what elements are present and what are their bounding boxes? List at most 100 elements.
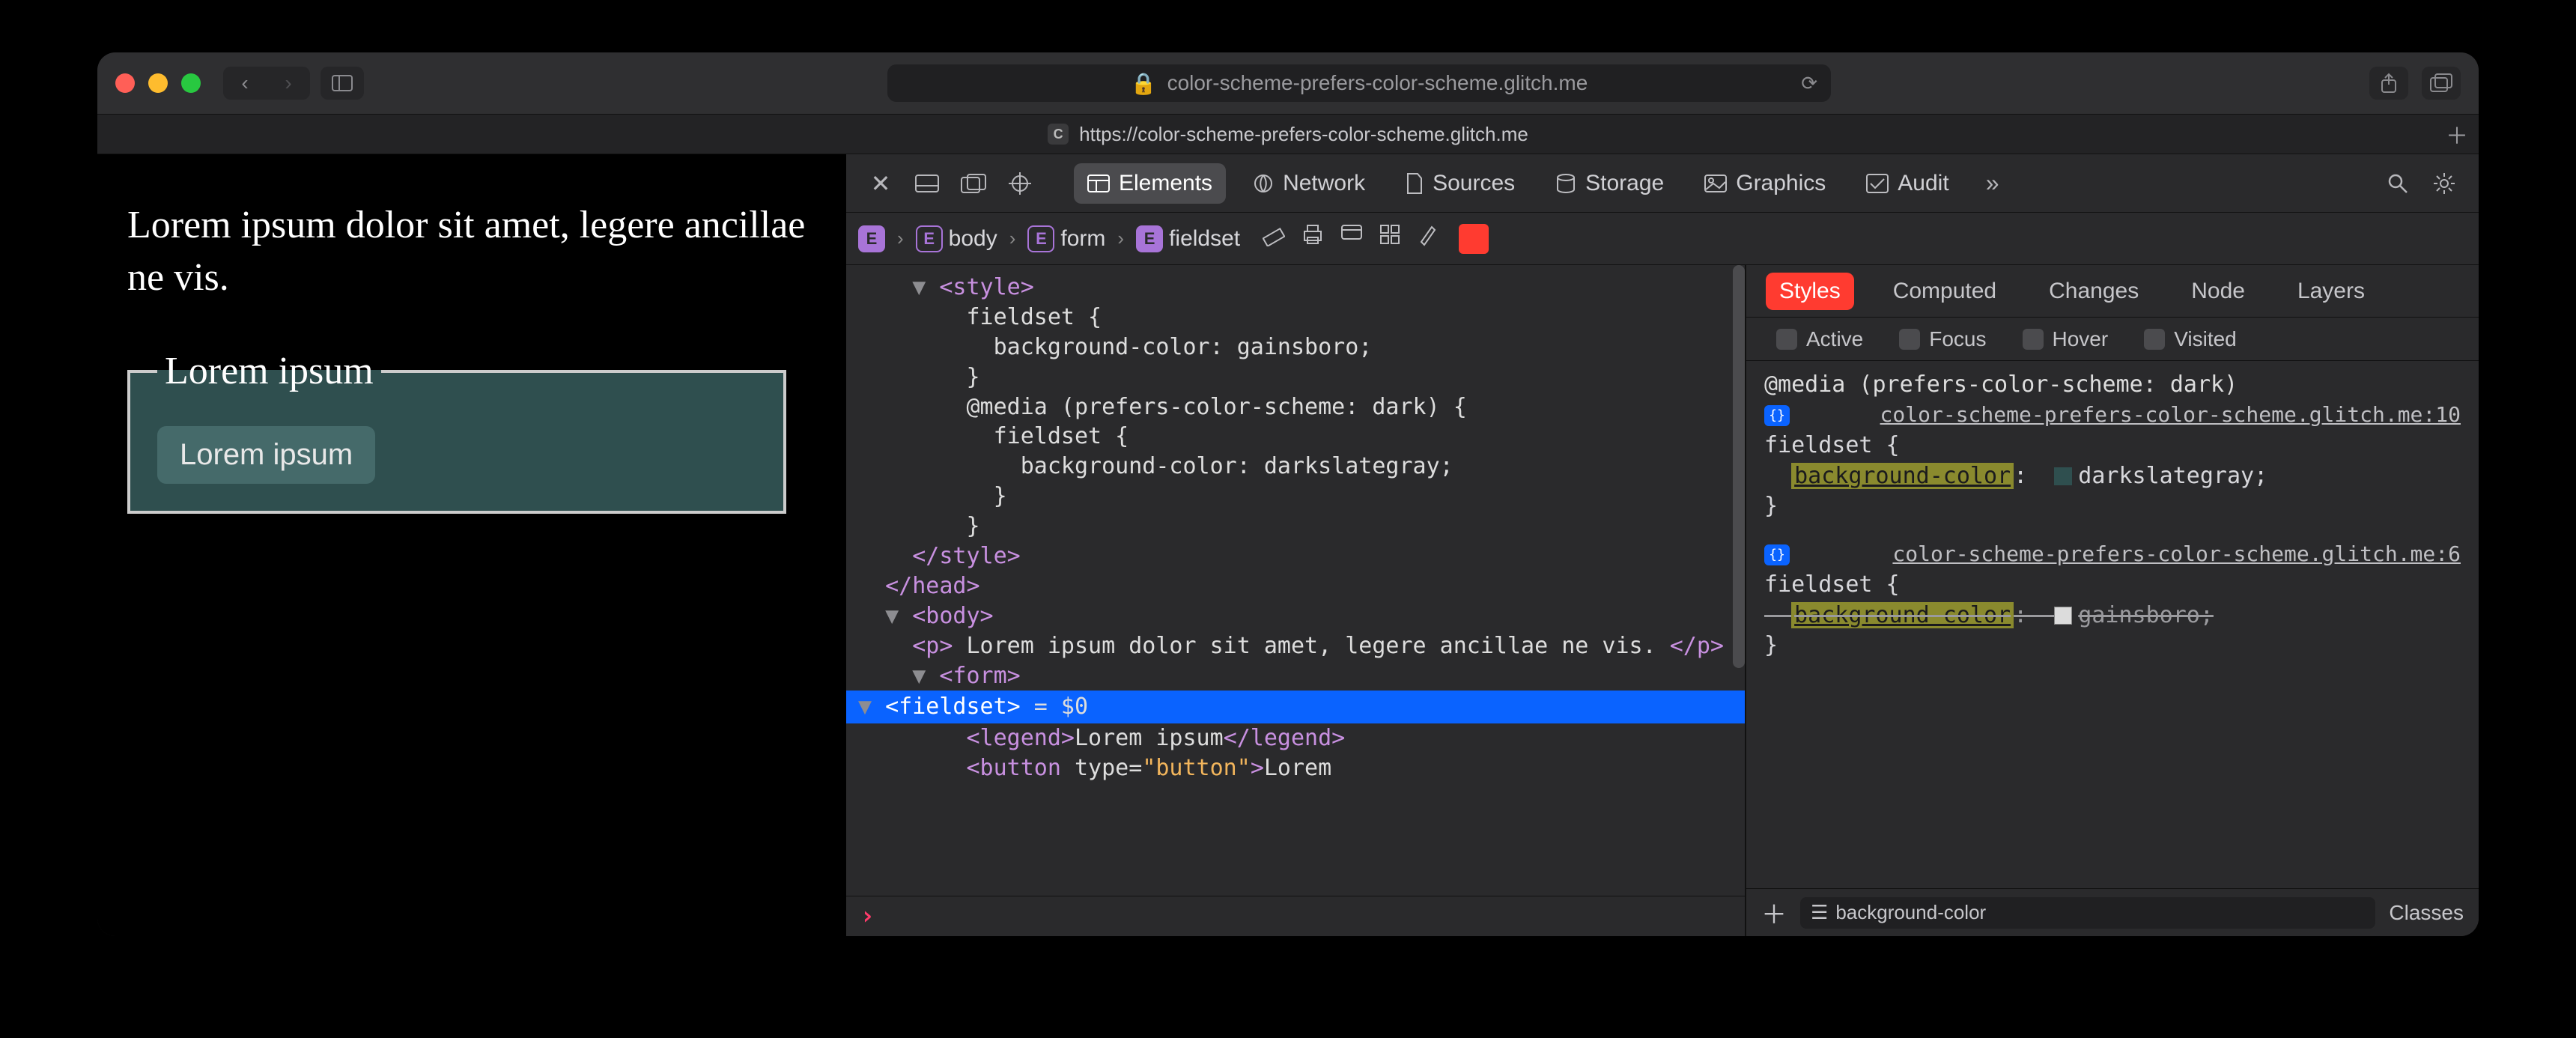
dom-line[interactable]: </style> (846, 541, 1745, 571)
styles-tab-node[interactable]: Node (2178, 273, 2258, 310)
pseudo-hover[interactable]: Hover (2023, 327, 2109, 351)
pseudo-active[interactable]: Active (1776, 327, 1863, 351)
dom-line[interactable]: background-color: gainsboro; (846, 333, 1745, 362)
share-button[interactable] (2369, 67, 2408, 100)
pseudo-focus[interactable]: Focus (1899, 327, 1986, 351)
compositing-borders-button[interactable] (1459, 224, 1489, 254)
classes-toggle-button[interactable]: Classes (2389, 901, 2464, 925)
style-rules[interactable]: @media (prefers-color-scheme: dark) {} co… (1746, 361, 2479, 888)
page-content: Lorem ipsum dolor sit amet, legere ancil… (97, 154, 846, 936)
settings-icon[interactable] (2428, 167, 2461, 200)
styles-tabs: Styles Computed Changes Node Layers (1746, 265, 2479, 318)
property-value[interactable]: darkslategray (2078, 463, 2254, 489)
page-paragraph: Lorem ipsum dolor sit amet, legere ancil… (127, 199, 816, 304)
minimize-window-button[interactable] (148, 73, 168, 93)
property-name[interactable]: background-color (1791, 463, 2014, 489)
back-button[interactable]: ‹ (223, 67, 267, 100)
storage-icon (1555, 173, 1576, 194)
graphics-icon (1704, 174, 1727, 192)
console-prompt-icon: › (860, 899, 875, 933)
dom-line[interactable]: ▼ <form> (846, 661, 1745, 691)
dom-line[interactable]: <legend>Lorem ipsum</legend> (846, 723, 1745, 753)
styles-tab-changes[interactable]: Changes (2035, 273, 2152, 310)
search-icon[interactable] (2381, 167, 2414, 200)
close-window-button[interactable] (115, 73, 135, 93)
overflow-tabs-button[interactable]: » (1976, 167, 2009, 200)
tabs-overview-button[interactable] (2422, 67, 2461, 100)
breadcrumb-body[interactable]: Ebody (916, 225, 997, 252)
breadcrumb-form[interactable]: Eform (1027, 225, 1105, 252)
forward-button[interactable]: › (267, 67, 310, 100)
rule-source-link[interactable]: color-scheme-prefers-color-scheme.glitch… (1892, 540, 2461, 568)
dom-line[interactable]: } (846, 512, 1745, 541)
breadcrumb-fieldset[interactable]: Efieldset (1136, 225, 1240, 252)
breadcrumb-root[interactable]: E (858, 225, 885, 252)
new-tab-button[interactable]: ＋ (2446, 118, 2468, 151)
dom-line[interactable]: <p> Lorem ipsum dolor sit amet, legere a… (846, 631, 1745, 661)
dock-side-icon[interactable] (957, 167, 990, 200)
tab-item[interactable]: C https://color-scheme-prefers-color-sch… (1048, 123, 1528, 146)
tab-elements[interactable]: Elements (1074, 163, 1226, 204)
property-name[interactable]: background-color (1791, 602, 2014, 628)
tab-favicon: C (1048, 124, 1069, 145)
sidebar-toggle-button[interactable] (321, 67, 364, 100)
dom-selected-node[interactable]: ▼ <fieldset> = $0 (846, 691, 1745, 723)
styles-tab-layers[interactable]: Layers (2284, 273, 2378, 310)
nav-buttons: ‹ › (223, 67, 310, 100)
stylesheet-icon[interactable]: {} (1764, 544, 1790, 565)
dom-line[interactable]: } (846, 482, 1745, 512)
dock-bottom-icon[interactable] (911, 167, 944, 200)
property-value[interactable]: gainsboro (2078, 602, 2200, 628)
audit-icon (1866, 174, 1889, 193)
close-devtools-button[interactable]: ✕ (864, 167, 897, 200)
dom-line[interactable]: background-color: darkslategray; (846, 452, 1745, 482)
browser-window: ‹ › 🔒 color-scheme-prefers-color-scheme.… (97, 52, 2479, 936)
scrollbar[interactable] (1733, 265, 1745, 668)
devtools-panel: ✕ Elements Network Sources Storage Graph… (846, 154, 2479, 936)
styles-tab-styles[interactable]: Styles (1766, 273, 1854, 310)
ruler-icon[interactable] (1263, 224, 1285, 254)
dom-line[interactable]: } (846, 362, 1745, 392)
dom-tree[interactable]: ▼ <style> fieldset { background-color: g… (846, 265, 1745, 936)
tab-sources[interactable]: Sources (1392, 163, 1528, 204)
elements-icon (1087, 174, 1110, 192)
page-button[interactable]: Lorem ipsum (157, 426, 375, 484)
reload-button[interactable]: ⟳ (1801, 72, 1817, 95)
tab-strip: C https://color-scheme-prefers-color-sch… (97, 114, 2479, 154)
filter-icon: ☰ (1811, 901, 1828, 924)
pseudo-visited[interactable]: Visited (2144, 327, 2237, 351)
paint-flashing-icon[interactable] (1417, 224, 1436, 254)
dom-line[interactable]: ▼ <body> (846, 601, 1745, 631)
media-query-label: @media (prefers-color-scheme: dark) (1764, 370, 2461, 401)
dom-line[interactable]: fieldset { (846, 303, 1745, 333)
traffic-lights (115, 73, 201, 93)
console-drawer[interactable]: › (846, 896, 1745, 936)
dom-line[interactable]: @media (prefers-color-scheme: dark) { (846, 392, 1745, 422)
address-text: color-scheme-prefers-color-scheme.glitch… (1167, 71, 1588, 95)
tab-graphics[interactable]: Graphics (1691, 163, 1839, 204)
new-rule-button[interactable]: ＋ (1761, 894, 1787, 931)
page-fieldset: Lorem ipsum Lorem ipsum (127, 349, 786, 514)
print-styles-icon[interactable] (1301, 224, 1324, 254)
address-bar[interactable]: 🔒 color-scheme-prefers-color-scheme.glit… (887, 64, 1831, 102)
tab-audit[interactable]: Audit (1853, 163, 1962, 204)
rule-source-link[interactable]: color-scheme-prefers-color-scheme.glitch… (1880, 401, 2461, 429)
network-icon (1253, 173, 1274, 194)
dom-line[interactable]: </head> (846, 571, 1745, 601)
grid-overlay-icon[interactable] (1379, 224, 1400, 254)
dom-line[interactable]: <button type="button">Lorem (846, 753, 1745, 783)
tab-network[interactable]: Network (1239, 163, 1379, 204)
dom-line[interactable]: ▼ <style> (846, 273, 1745, 303)
target-icon[interactable] (1003, 167, 1036, 200)
styles-footer: ＋ ☰ background-color Classes (1746, 888, 2479, 936)
tab-storage[interactable]: Storage (1542, 163, 1677, 204)
styles-tab-computed[interactable]: Computed (1880, 273, 2010, 310)
force-appearance-icon[interactable] (1340, 224, 1363, 254)
zoom-window-button[interactable] (181, 73, 201, 93)
color-swatch-icon[interactable] (2054, 607, 2072, 625)
stylesheet-icon[interactable]: {} (1764, 405, 1790, 426)
title-bar: ‹ › 🔒 color-scheme-prefers-color-scheme.… (97, 52, 2479, 114)
color-swatch-icon[interactable] (2054, 467, 2072, 485)
styles-filter-input[interactable]: ☰ background-color (1800, 897, 2375, 929)
dom-line[interactable]: fieldset { (846, 422, 1745, 452)
